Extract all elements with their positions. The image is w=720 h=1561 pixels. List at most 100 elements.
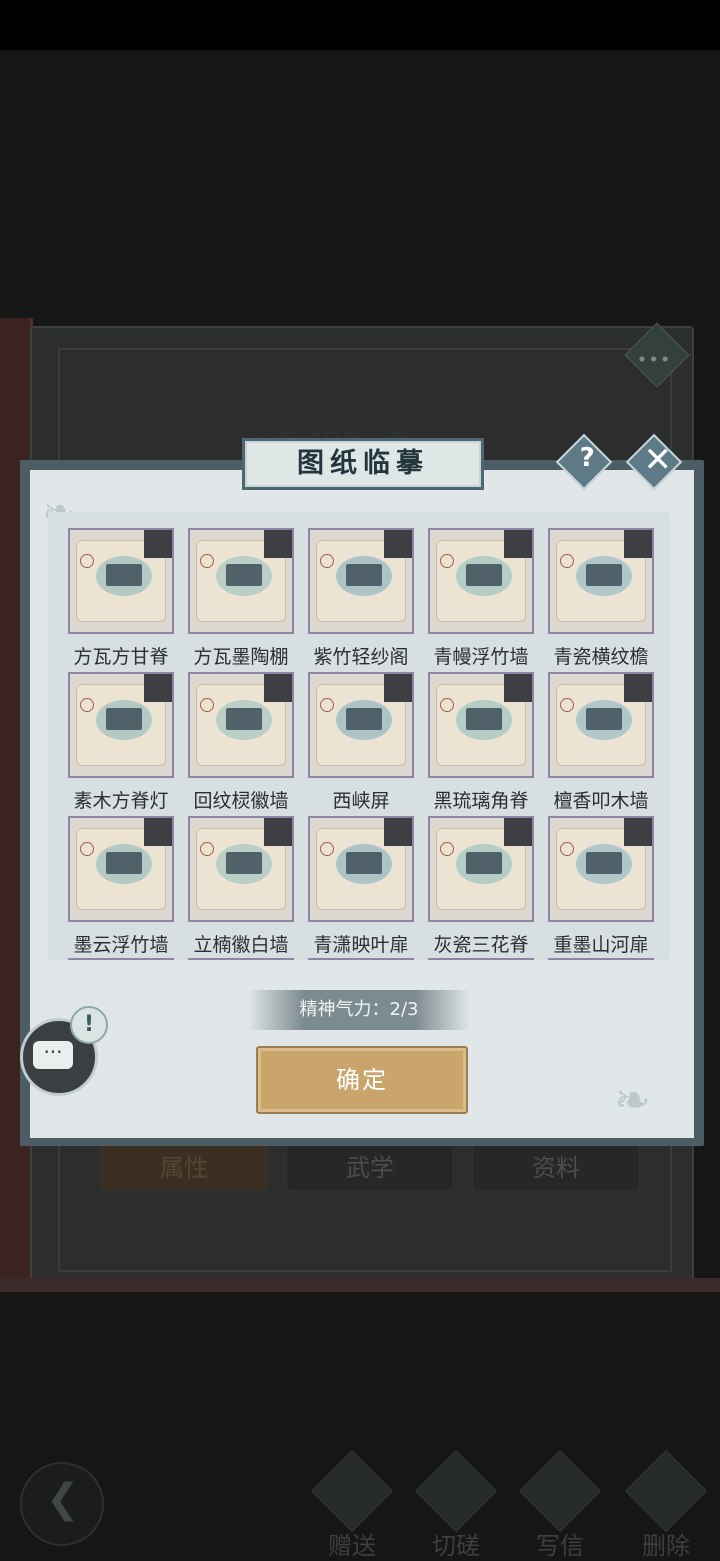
select-corner-icon[interactable]: [384, 530, 412, 558]
building-icon: [346, 852, 382, 874]
select-corner-icon[interactable]: [504, 818, 532, 846]
seal-icon: [80, 698, 94, 712]
seal-icon: [560, 554, 574, 568]
blueprint-thumbnail: [548, 528, 654, 634]
letter-icon: [518, 1449, 602, 1533]
confirm-button[interactable]: 确定: [256, 1046, 468, 1114]
building-icon: [586, 852, 622, 874]
select-corner-icon[interactable]: [504, 674, 532, 702]
blueprint-name: 回纹棂徽墙: [193, 790, 289, 812]
blueprint-card[interactable]: 方瓦方甘脊: [68, 528, 174, 669]
blueprint-card[interactable]: [68, 958, 174, 960]
seal-icon: [440, 842, 454, 856]
select-corner-icon[interactable]: [264, 818, 292, 846]
back-arrow-icon: ❮: [46, 1476, 80, 1522]
blueprint-card[interactable]: 西峡屏: [308, 672, 414, 813]
select-corner-icon[interactable]: [384, 674, 412, 702]
blueprint-name: 青幔浮竹墙: [433, 646, 529, 668]
blueprint-card[interactable]: [188, 958, 294, 960]
building-icon: [466, 564, 502, 586]
blueprint-name: 灰瓷三花脊: [433, 934, 529, 956]
write-letter-button[interactable]: 写信: [518, 1449, 602, 1560]
blueprint-grid[interactable]: 方瓦方甘脊 方瓦墨陶棚 紫竹轻纱阁 青幔浮竹墙 青瓷横纹檐素木方脊灯 回纹棂徽墙 西峡屏 黑琉…: [48, 512, 670, 960]
blueprint-card[interactable]: [428, 958, 534, 960]
blueprint-thumbnail: [188, 816, 294, 922]
building-icon: [226, 708, 262, 730]
building-icon: [586, 564, 622, 586]
select-corner-icon[interactable]: [504, 530, 532, 558]
blueprint-thumbnail: [308, 816, 414, 922]
bamboo-leaf-icon: ❧: [614, 1075, 651, 1126]
blueprint-card[interactable]: 青瓷横纹檐: [548, 528, 654, 669]
blueprint-name: 重墨山河扉: [553, 934, 649, 956]
alert-glyph: !: [83, 1012, 95, 1037]
seal-icon: [320, 554, 334, 568]
stamina-bar: 精神气力：2/3: [248, 990, 470, 1030]
question-icon: ?: [579, 443, 595, 474]
select-corner-icon[interactable]: [144, 674, 172, 702]
seal-icon: [560, 842, 574, 856]
tab-attributes[interactable]: 属性: [100, 1145, 268, 1191]
seal-icon: [440, 554, 454, 568]
blueprint-thumbnail: [548, 672, 654, 778]
seal-icon: [560, 698, 574, 712]
dialog-title: 图纸临摹: [297, 448, 429, 479]
blueprint-thumbnail: [428, 672, 534, 778]
blueprint-name: 方瓦墨陶棚: [193, 646, 289, 668]
blueprint-card[interactable]: 紫竹轻纱阁: [308, 528, 414, 669]
blueprint-card[interactable]: 素木方脊灯: [68, 672, 174, 813]
building-icon: [106, 564, 142, 586]
stamina-label: 精神气力：2/3: [299, 999, 419, 1020]
building-icon: [346, 708, 382, 730]
blueprint-card[interactable]: 方瓦墨陶棚: [188, 528, 294, 669]
seal-icon: [200, 842, 214, 856]
blueprint-name: 墨云浮竹墙: [73, 934, 169, 956]
tab-martial-arts[interactable]: 武学: [286, 1145, 454, 1191]
back-button[interactable]: ❮: [20, 1462, 104, 1546]
dialog-title-plate: 图纸临摹: [242, 438, 484, 490]
blueprint-card[interactable]: 青潇映叶扉: [308, 816, 414, 957]
delete-button[interactable]: 删除: [624, 1449, 708, 1560]
blueprint-card[interactable]: 檀香叩木墙: [548, 672, 654, 813]
blueprint-name: 素木方脊灯: [73, 790, 169, 812]
blueprint-name: 黑琉璃角脊: [433, 790, 529, 812]
select-corner-icon[interactable]: [384, 818, 412, 846]
seal-icon: [320, 698, 334, 712]
sword-icon: [414, 1449, 498, 1533]
blueprint-thumbnail: [68, 816, 174, 922]
building-icon: [466, 852, 502, 874]
blueprint-thumbnail: [308, 528, 414, 634]
blueprint-card[interactable]: 立楠徽白墙: [188, 816, 294, 957]
blueprint-card[interactable]: 回纹棂徽墙: [188, 672, 294, 813]
blueprint-name: 青潇映叶扉: [313, 934, 409, 956]
blueprint-thumbnail: [308, 958, 414, 960]
blueprint-thumbnail: [188, 672, 294, 778]
blueprint-card[interactable]: 墨云浮竹墙: [68, 816, 174, 957]
blueprint-card[interactable]: 青幔浮竹墙: [428, 528, 534, 669]
blueprint-card[interactable]: 黑琉璃角脊: [428, 672, 534, 813]
select-corner-icon[interactable]: [624, 530, 652, 558]
blueprint-thumbnail: [548, 816, 654, 922]
blueprint-card[interactable]: [548, 958, 654, 960]
close-icon: ✕: [643, 440, 672, 481]
blueprint-card[interactable]: [308, 958, 414, 960]
select-corner-icon[interactable]: [144, 530, 172, 558]
select-corner-icon[interactable]: [264, 530, 292, 558]
select-corner-icon[interactable]: [144, 818, 172, 846]
spar-button[interactable]: 切磋: [414, 1449, 498, 1560]
blueprint-name: 紫竹轻纱阁: [313, 646, 409, 668]
chat-icon: ···: [33, 1041, 73, 1069]
tab-profile[interactable]: 资料: [472, 1145, 640, 1191]
blueprint-card[interactable]: 重墨山河扉: [548, 816, 654, 957]
select-corner-icon[interactable]: [624, 818, 652, 846]
select-corner-icon[interactable]: [264, 674, 292, 702]
blueprint-card[interactable]: 灰瓷三花脊: [428, 816, 534, 957]
seal-icon: [200, 698, 214, 712]
select-corner-icon[interactable]: [624, 674, 652, 702]
seal-icon: [440, 698, 454, 712]
building-icon: [226, 852, 262, 874]
blueprint-thumbnail: [308, 672, 414, 778]
gift-button[interactable]: 赠送: [310, 1449, 394, 1560]
blueprint-thumbnail: [428, 816, 534, 922]
building-icon: [466, 708, 502, 730]
